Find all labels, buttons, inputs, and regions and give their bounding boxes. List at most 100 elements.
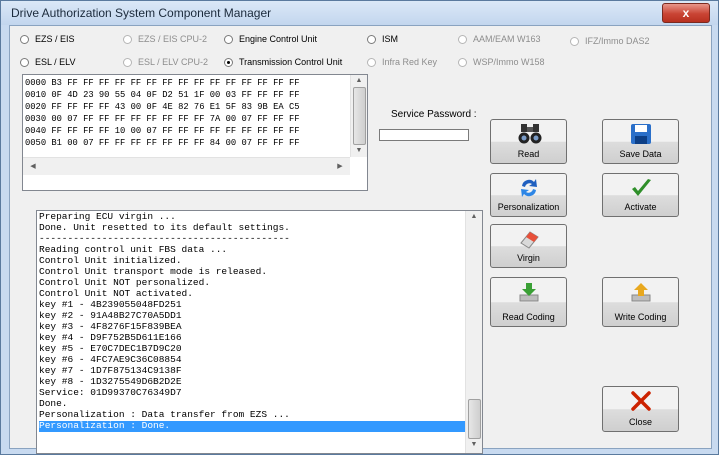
scroll-up-arrow-icon[interactable]: ▲ bbox=[351, 77, 367, 84]
save-data-button[interactable]: Save Data bbox=[602, 119, 679, 164]
radio-label: Infra Red Key bbox=[382, 57, 438, 67]
binoculars-icon bbox=[518, 124, 542, 144]
log-line: key #6 - 4FC7AE9C36C08854 bbox=[39, 355, 182, 365]
log-line: Control Unit transport mode is released. bbox=[39, 267, 268, 277]
x-mark-icon bbox=[631, 391, 651, 411]
log-line: Reading control unit FBS data ... bbox=[39, 245, 228, 255]
window-close-button[interactable]: x bbox=[662, 3, 710, 23]
close-icon: x bbox=[682, 6, 690, 20]
log-line: key #4 - D9F752B5D611E166 bbox=[39, 333, 182, 343]
app-window: Drive Authorization System Component Man… bbox=[0, 0, 719, 455]
save-data-button-label: Save Data bbox=[619, 149, 662, 159]
hex-horizontal-scrollbar[interactable]: ◀ ▶ bbox=[23, 157, 350, 175]
scroll-thumb[interactable] bbox=[468, 399, 481, 439]
eraser-icon bbox=[520, 231, 539, 249]
hex-row: 0010 0F 4D 23 90 55 04 0F D2 51 1F 00 03… bbox=[25, 90, 300, 100]
read-button[interactable]: Read bbox=[490, 119, 567, 164]
radio-label: Engine Control Unit bbox=[239, 34, 318, 44]
log-line: Preparing ECU virgin ... bbox=[39, 212, 176, 222]
radio-label: EZS / EIS CPU-2 bbox=[138, 34, 208, 44]
checkmark-icon bbox=[632, 179, 651, 196]
main-panel: EZS / EIS EZS / EIS CPU-2 Engine Control… bbox=[9, 25, 712, 454]
radio-esl-elv-cpu2[interactable]: ESL / ELV CPU-2 bbox=[123, 57, 208, 67]
radio-label: IFZ/Immo DAS2 bbox=[585, 36, 650, 46]
radio-dot bbox=[123, 35, 132, 44]
radio-wsp-immo-w158[interactable]: WSP/Immo W158 bbox=[458, 57, 545, 67]
scroll-left-arrow-icon[interactable]: ◀ bbox=[25, 162, 41, 170]
log-line: Control Unit initialized. bbox=[39, 256, 182, 266]
read-button-label: Read bbox=[517, 149, 540, 159]
log-line: Done. Unit resetted to its default setti… bbox=[39, 223, 290, 233]
scroll-up-arrow-icon[interactable]: ▲ bbox=[466, 213, 482, 220]
read-coding-button[interactable]: Read Coding bbox=[490, 277, 567, 327]
upload-arrow-icon bbox=[631, 283, 651, 302]
log-line: ----------------------------------------… bbox=[39, 234, 290, 244]
radio-ezs-eis[interactable]: EZS / EIS bbox=[20, 34, 75, 44]
radio-label: ESL / ELV bbox=[35, 57, 76, 67]
radio-dot bbox=[570, 37, 579, 46]
scroll-right-arrow-icon[interactable]: ▶ bbox=[332, 162, 348, 170]
activate-button-label: Activate bbox=[624, 202, 657, 212]
log-line: key #1 - 4B239055048FD251 bbox=[39, 300, 182, 310]
hex-vertical-scrollbar[interactable]: ▲ ▼ bbox=[350, 75, 367, 157]
personalization-button[interactable]: Personalization bbox=[490, 173, 567, 217]
log-line: Personalization : Data transfer from EZS… bbox=[39, 410, 290, 420]
log-line-selected: Personalization : Done. bbox=[39, 421, 467, 432]
log-line: key #8 - 1D3275549D6B2D2E bbox=[39, 377, 182, 387]
radio-label: ESL / ELV CPU-2 bbox=[138, 57, 209, 67]
refresh-arrows-icon bbox=[521, 179, 537, 197]
radio-dot bbox=[123, 58, 132, 67]
log-vertical-scrollbar[interactable]: ▲ ▼ bbox=[465, 211, 482, 453]
radio-label: Transmission Control Unit bbox=[239, 57, 343, 67]
hex-row: 0020 FF FF FF FF 43 00 0F 4E 82 76 E1 5F… bbox=[25, 102, 300, 112]
radio-dot bbox=[458, 35, 467, 44]
radio-dot bbox=[367, 35, 376, 44]
radio-aam-eam-w163[interactable]: AAM/EAM W163 bbox=[458, 34, 541, 44]
hex-row: 0000 B3 FF FF FF FF FF FF FF FF FF FF FF… bbox=[25, 78, 300, 88]
log-line: key #3 - 4F8276F15F839BEA bbox=[39, 322, 182, 332]
radio-label: AAM/EAM W163 bbox=[473, 34, 541, 44]
scroll-down-arrow-icon[interactable]: ▼ bbox=[351, 147, 367, 154]
close-button[interactable]: Close bbox=[602, 386, 679, 432]
log-line: Service: 01D99370C76349D7 bbox=[39, 388, 182, 398]
scroll-down-arrow-icon[interactable]: ▼ bbox=[466, 441, 482, 448]
log-line: key #2 - 91A48B27C70A5DD1 bbox=[39, 311, 182, 321]
title-bar: Drive Authorization System Component Man… bbox=[1, 1, 718, 25]
radio-esl-elv[interactable]: ESL / ELV bbox=[20, 57, 76, 67]
virgin-button-label: Virgin bbox=[517, 253, 540, 263]
hex-row: 0040 FF FF FF FF 10 00 07 FF FF FF FF FF… bbox=[25, 126, 300, 136]
log-line: Control Unit NOT personalized. bbox=[39, 278, 211, 288]
radio-label: EZS / EIS bbox=[35, 34, 75, 44]
personalization-button-label: Personalization bbox=[497, 202, 560, 212]
hex-viewer[interactable]: 0000 B3 FF FF FF FF FF FF FF FF FF FF FF… bbox=[22, 74, 368, 191]
virgin-button[interactable]: Virgin bbox=[490, 224, 567, 268]
hex-row: 0050 B1 00 07 FF FF FF FF FF FF FF 84 00… bbox=[25, 138, 300, 148]
service-password-input[interactable] bbox=[379, 129, 469, 141]
radio-ifz-immo-das2[interactable]: IFZ/Immo DAS2 bbox=[570, 36, 650, 46]
activate-button[interactable]: Activate bbox=[602, 173, 679, 217]
radio-ism[interactable]: ISM bbox=[367, 34, 398, 44]
radio-label: ISM bbox=[382, 34, 399, 44]
service-password-label: Service Password : bbox=[391, 109, 477, 120]
radio-transmission-control-unit[interactable]: Transmission Control Unit bbox=[224, 57, 342, 67]
read-coding-button-label: Read Coding bbox=[502, 312, 555, 322]
radio-dot bbox=[224, 35, 233, 44]
download-arrow-icon bbox=[519, 283, 539, 302]
radio-engine-control-unit[interactable]: Engine Control Unit bbox=[224, 34, 317, 44]
radio-dot bbox=[20, 35, 29, 44]
hex-row: 0030 00 07 FF FF FF FF FF FF FF FF 7A 00… bbox=[25, 114, 300, 124]
scroll-thumb[interactable] bbox=[353, 87, 366, 145]
log-line: Done. bbox=[39, 399, 68, 409]
write-coding-button[interactable]: Write Coding bbox=[602, 277, 679, 327]
write-coding-button-label: Write Coding bbox=[614, 312, 667, 322]
radio-infra-red-key[interactable]: Infra Red Key bbox=[367, 57, 437, 67]
window-title: Drive Authorization System Component Man… bbox=[11, 6, 272, 20]
radio-label: WSP/Immo W158 bbox=[473, 57, 545, 67]
radio-ezs-eis-cpu2[interactable]: EZS / EIS CPU-2 bbox=[123, 34, 207, 44]
radio-dot bbox=[367, 58, 376, 67]
radio-dot bbox=[458, 58, 467, 67]
log-line: key #5 - E70C7DEC1B7D9C20 bbox=[39, 344, 182, 354]
radio-dot bbox=[20, 58, 29, 67]
log-output[interactable]: Preparing ECU virgin ... Done. Unit rese… bbox=[36, 210, 483, 454]
floppy-disk-icon bbox=[631, 124, 651, 144]
